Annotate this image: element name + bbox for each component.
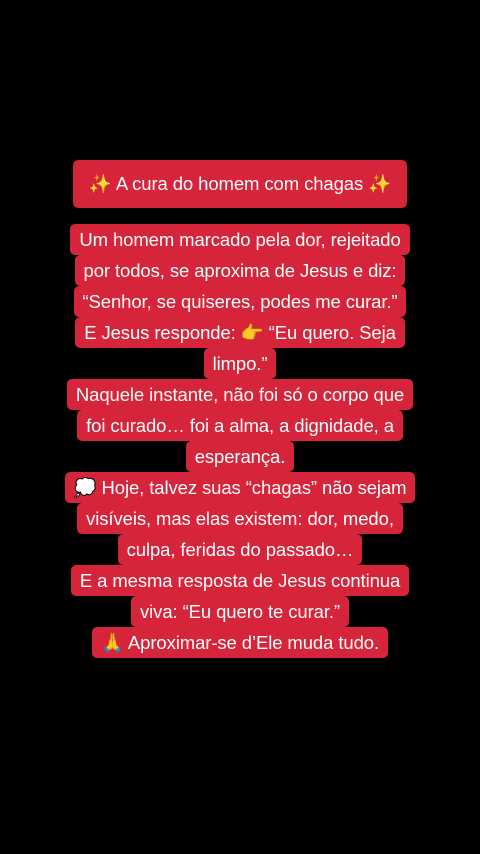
caption-line-text: E a mesma resposta de Jesus continua xyxy=(70,565,410,596)
caption-line-text: visíveis, mas elas existem: dor, medo, xyxy=(77,503,403,534)
caption-line: 💭 Hoje, talvez suas “chagas” não sejam xyxy=(0,472,480,503)
caption-line: E Jesus responde: 👉 “Eu quero. Seja xyxy=(0,317,480,348)
caption-line: “Senhor, se quiseres, podes me curar.” xyxy=(0,286,480,317)
caption-line: Um homem marcado pela dor, rejeitado xyxy=(0,224,480,255)
caption-line-text: culpa, feridas do passado… xyxy=(117,534,363,565)
caption-line-text: limpo.” xyxy=(203,348,277,379)
story-screen: ✨ A cura do homem com chagas ✨ Um homem … xyxy=(0,0,480,854)
caption-line-text: por todos, se aproxima de Jesus e diz: xyxy=(74,255,406,286)
caption-line: Naquele instante, não foi só o corpo que xyxy=(0,379,480,410)
caption-title: ✨ A cura do homem com chagas ✨ xyxy=(72,160,408,208)
caption-title-block: ✨ A cura do homem com chagas ✨ xyxy=(0,160,480,208)
caption-body: Um homem marcado pela dor, rejeitado por… xyxy=(0,224,480,658)
caption-title-line: ✨ A cura do homem com chagas ✨ xyxy=(0,160,480,208)
caption-line-text: “Senhor, se quiseres, podes me curar.” xyxy=(73,286,407,317)
caption-line-text: 💭 Hoje, talvez suas “chagas” não sejam xyxy=(64,472,416,503)
caption-line: por todos, se aproxima de Jesus e diz: xyxy=(0,255,480,286)
caption-line: esperança. xyxy=(0,441,480,472)
caption-line-text: foi curado… foi a alma, a dignidade, a xyxy=(77,410,403,441)
caption-line-text: Naquele instante, não foi só o corpo que xyxy=(66,379,414,410)
caption-line: foi curado… foi a alma, a dignidade, a xyxy=(0,410,480,441)
caption-line-text: E Jesus responde: 👉 “Eu quero. Seja xyxy=(75,317,405,348)
caption-line-text: 🙏 Aproximar-se d’Ele muda tudo. xyxy=(91,627,389,658)
caption-line-text: Um homem marcado pela dor, rejeitado xyxy=(70,224,410,255)
caption-line-text: viva: “Eu quero te curar.” xyxy=(131,596,349,627)
caption-line-text: esperança. xyxy=(185,441,295,472)
caption-line: visíveis, mas elas existem: dor, medo, xyxy=(0,503,480,534)
caption-line: limpo.” xyxy=(0,348,480,379)
caption-line: E a mesma resposta de Jesus continua xyxy=(0,565,480,596)
caption-line: viva: “Eu quero te curar.” xyxy=(0,596,480,627)
caption-line: 🙏 Aproximar-se d’Ele muda tudo. xyxy=(0,627,480,658)
caption-line: culpa, feridas do passado… xyxy=(0,534,480,565)
